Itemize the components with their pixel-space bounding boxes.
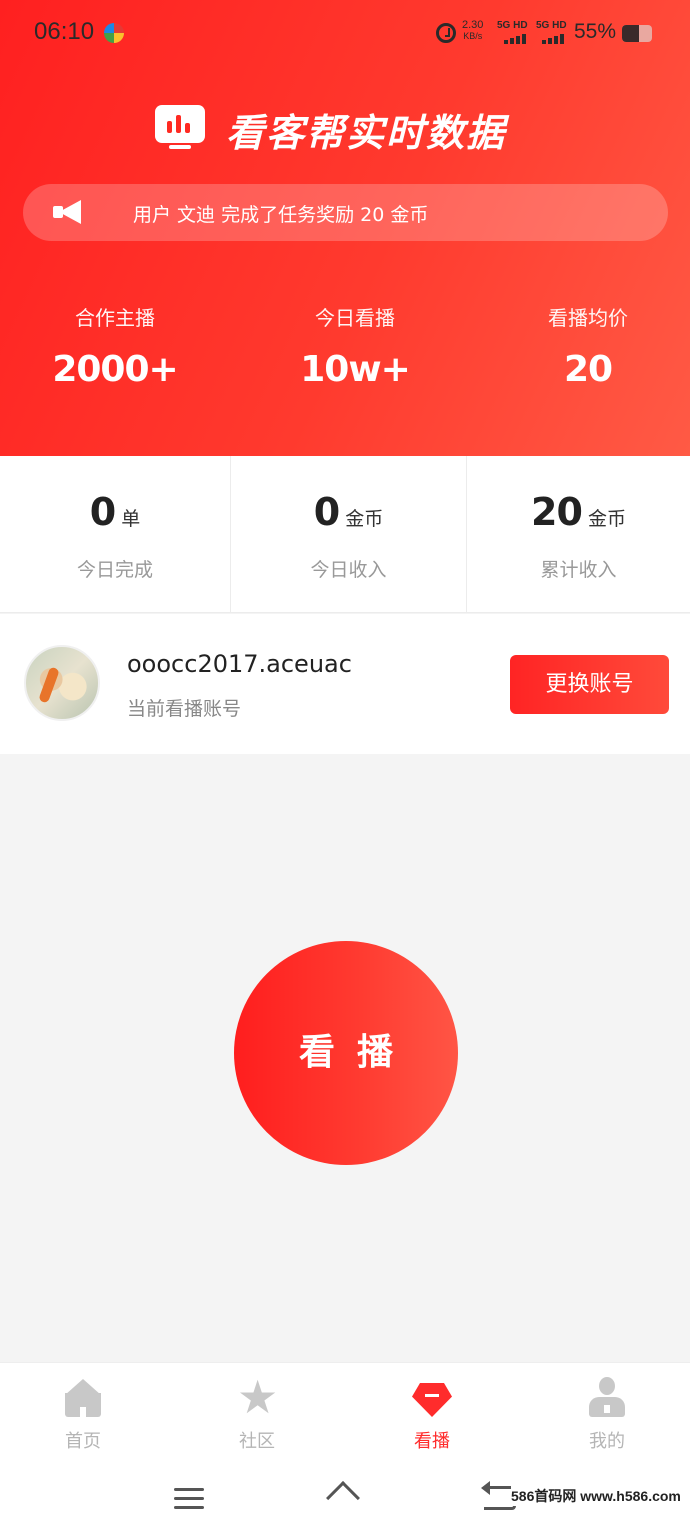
summary-today-completed: 0单 今日完成 xyxy=(0,456,230,613)
battery-icon xyxy=(622,25,652,42)
summary-unit: 金币 xyxy=(587,508,626,530)
stat-value: 10w+ xyxy=(300,349,411,390)
tab-label: 看播 xyxy=(414,1431,450,1452)
stat-value: 2000+ xyxy=(52,349,178,390)
menu-icon[interactable] xyxy=(174,1488,204,1510)
stat-partner-streamers: 合作主播 2000+ xyxy=(0,302,230,390)
summary-caption: 今日收入 xyxy=(310,559,387,581)
stat-average-price: 看播均价 20 xyxy=(473,302,690,390)
notice-text: 用户 文迪 完成了任务奖励 20 金币 xyxy=(133,204,429,226)
network-speed-value: 2.30 xyxy=(462,19,484,31)
page-title: 看客帮实时数据 xyxy=(0,96,690,156)
summary-caption: 今日完成 xyxy=(76,559,153,581)
page-title-text: 看客帮实时数据 xyxy=(226,111,507,155)
current-account-card: ooocc2017.aceuac 当前看播账号 更换账号 xyxy=(0,614,690,754)
tab-community[interactable]: ★ 社区 xyxy=(171,1363,343,1463)
header-banner: 06:10 2.30 KB/s 5G HD 5G HD 55% 看客帮实时数据 … xyxy=(0,0,690,456)
sim2-label: 5G HD xyxy=(536,20,567,31)
home-icon xyxy=(63,1377,103,1417)
network-speed-unit: KB/s xyxy=(463,31,483,41)
stat-label: 看播均价 xyxy=(548,306,628,330)
home-nav-icon[interactable] xyxy=(326,1481,362,1515)
live-icon xyxy=(412,1377,452,1417)
summary-number: 20 xyxy=(531,490,583,534)
megaphone-icon xyxy=(53,200,81,224)
stat-today-views: 今日看播 10w+ xyxy=(240,302,470,390)
status-bar: 06:10 2.30 KB/s 5G HD 5G HD 55% xyxy=(0,0,690,66)
user-icon xyxy=(587,1377,627,1417)
stat-label: 合作主播 xyxy=(75,306,155,330)
tab-label: 首页 xyxy=(65,1431,101,1452)
battery-percent: 55% xyxy=(574,20,617,43)
tab-home[interactable]: 首页 xyxy=(0,1363,169,1463)
tab-mine[interactable]: 我的 xyxy=(521,1363,690,1463)
summary-number: 0 xyxy=(313,490,340,534)
app-notification-icon xyxy=(104,23,124,43)
tab-live[interactable]: 看播 xyxy=(346,1363,518,1463)
stat-value: 20 xyxy=(563,349,613,390)
summary-caption: 累计收入 xyxy=(540,559,617,581)
chart-screen-icon xyxy=(155,105,205,149)
signal-icon xyxy=(542,34,570,44)
summary-today-income: 0 金币 今日收入 xyxy=(230,456,466,613)
avatar xyxy=(24,645,100,721)
summary-panel: 0单 今日完成 0 金币 今日收入 20 金币 累计收入 xyxy=(0,456,690,613)
switch-account-button[interactable]: 更换账号 xyxy=(510,655,669,714)
bottom-tab-bar: 首页 ★ 社区 看播 我的 xyxy=(0,1362,690,1462)
summary-unit: 单 xyxy=(121,508,141,530)
summary-number: 0 xyxy=(89,490,116,534)
summary-total-income: 20 金币 累计收入 xyxy=(466,456,690,613)
sim1-label: 5G HD xyxy=(497,20,528,31)
stat-label: 今日看播 xyxy=(315,306,395,330)
signal-icon xyxy=(504,34,532,44)
account-subtitle: 当前看播账号 xyxy=(127,698,242,720)
alarm-icon xyxy=(436,23,456,43)
watermark: 586首码网 www.h586.com xyxy=(511,1486,681,1506)
notice-bar[interactable]: 用户 文迪 完成了任务奖励 20 金币 xyxy=(23,184,668,241)
status-time: 06:10 xyxy=(34,18,95,45)
summary-unit: 金币 xyxy=(345,508,384,530)
start-watching-button[interactable]: 看播 xyxy=(234,941,458,1165)
system-nav-bar: 586首码网 www.h586.com xyxy=(0,1462,690,1519)
network-speed: 2.30 KB/s xyxy=(462,20,483,42)
star-icon: ★ xyxy=(237,1370,279,1424)
account-name: ooocc2017.aceuac xyxy=(127,650,352,678)
tab-label: 我的 xyxy=(589,1431,625,1452)
tab-label: 社区 xyxy=(239,1431,275,1452)
